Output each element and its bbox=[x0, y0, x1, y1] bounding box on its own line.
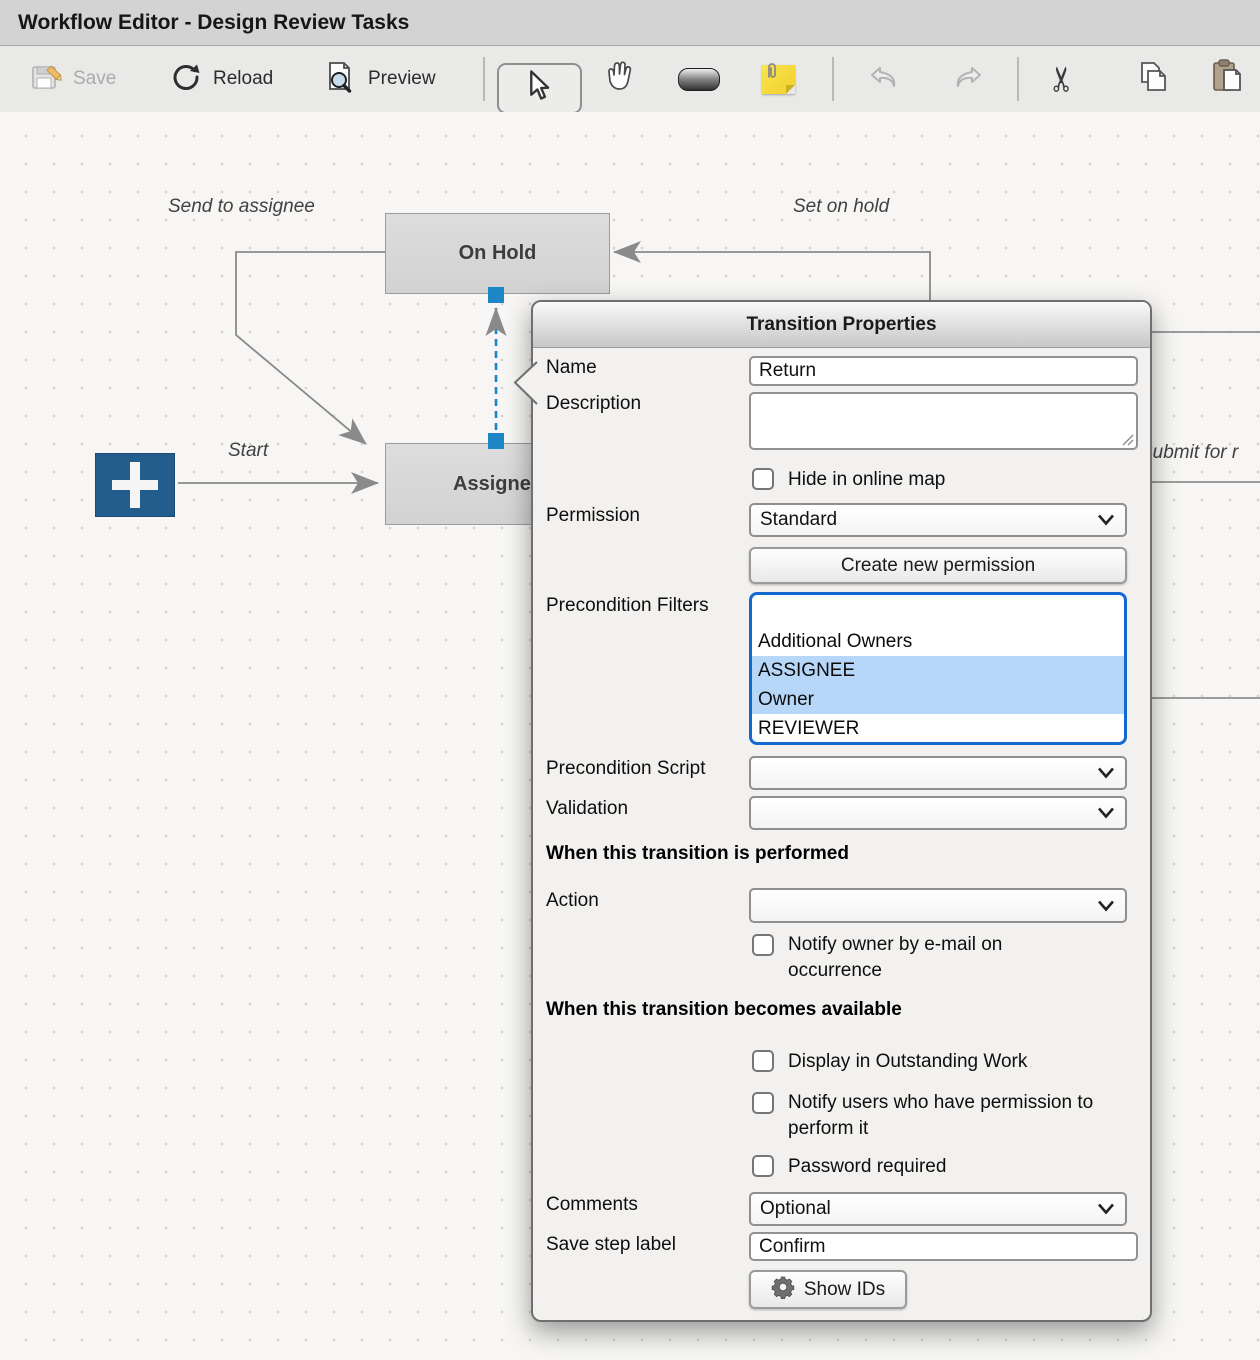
action-select[interactable] bbox=[749, 888, 1127, 923]
node-tool[interactable] bbox=[678, 46, 720, 112]
section-when-available: When this transition becomes available bbox=[546, 999, 902, 1021]
permission-select[interactable]: Standard bbox=[749, 503, 1127, 537]
reload-button-label: Reload bbox=[213, 68, 273, 90]
save-step-input[interactable] bbox=[749, 1232, 1138, 1261]
rounded-rectangle-icon bbox=[678, 68, 720, 91]
password-required-checkbox[interactable] bbox=[752, 1155, 774, 1177]
description-textarea[interactable] bbox=[749, 392, 1138, 450]
create-new-permission-label: Create new permission bbox=[841, 555, 1035, 577]
edge-label-submit-for: Submit for r bbox=[1140, 442, 1238, 464]
resize-grip-icon[interactable] bbox=[1121, 433, 1134, 446]
hide-in-online-map-label: Hide in online map bbox=[788, 467, 945, 493]
preview-button-label: Preview bbox=[368, 68, 436, 90]
sticky-note-icon bbox=[762, 65, 795, 94]
chevron-down-icon bbox=[1097, 1203, 1115, 1216]
plus-icon bbox=[130, 462, 140, 508]
validation-label: Validation bbox=[546, 798, 628, 820]
app-window: Workflow Editor - Design Review Tasks Sa… bbox=[0, 0, 1260, 1360]
hide-in-online-map-checkbox[interactable] bbox=[752, 468, 774, 490]
dialog-callout-notch bbox=[511, 360, 538, 406]
show-ids-button[interactable]: Show IDs bbox=[749, 1270, 907, 1309]
undo-button[interactable] bbox=[866, 46, 906, 112]
notify-owner-label: Notify owner by e-mail on occurrence bbox=[788, 932, 1043, 984]
precondition-script-label: Precondition Script bbox=[546, 758, 705, 780]
dialog-title: Transition Properties bbox=[746, 314, 936, 336]
redo-icon bbox=[946, 60, 986, 99]
edge-label-start: Start bbox=[228, 440, 268, 462]
notify-owner-checkbox[interactable] bbox=[752, 934, 774, 956]
pan-hand-icon bbox=[598, 57, 638, 102]
list-item[interactable] bbox=[752, 598, 1124, 627]
permission-value: Standard bbox=[760, 509, 837, 531]
gear-icon bbox=[771, 1275, 795, 1305]
cut-button[interactable]: ✂ bbox=[1048, 46, 1077, 112]
redo-button[interactable] bbox=[946, 46, 986, 112]
precondition-filters-listbox[interactable]: Additional Owners ASSIGNEE Owner REVIEWE… bbox=[749, 592, 1127, 745]
undo-icon bbox=[866, 60, 906, 99]
toolbar: Save Reload Preview bbox=[0, 46, 1260, 113]
copy-icon bbox=[1134, 59, 1170, 100]
action-label: Action bbox=[546, 890, 599, 912]
toolbar-separator bbox=[483, 57, 485, 101]
display-outstanding-checkbox[interactable] bbox=[752, 1050, 774, 1072]
pointer-tool-selected[interactable] bbox=[497, 63, 582, 114]
notify-users-checkbox[interactable] bbox=[752, 1092, 774, 1114]
list-item-selected[interactable]: ASSIGNEE bbox=[752, 656, 1124, 685]
reload-button[interactable]: Reload bbox=[170, 46, 273, 112]
node-assignee-label: Assignee bbox=[453, 473, 542, 496]
edge-label-set-on-hold: Set on hold bbox=[793, 196, 889, 218]
note-fold bbox=[786, 85, 795, 94]
hand-tool[interactable] bbox=[598, 46, 638, 112]
cursor-arrow-icon bbox=[525, 70, 555, 107]
comments-value: Optional bbox=[760, 1198, 831, 1220]
reload-icon bbox=[170, 61, 202, 98]
paste-icon bbox=[1208, 58, 1246, 101]
chevron-down-icon bbox=[1097, 899, 1115, 912]
edge-label-send-to-assignee: Send to assignee bbox=[168, 196, 315, 218]
page-title: Workflow Editor - Design Review Tasks bbox=[18, 11, 409, 35]
list-item[interactable]: REVIEWER bbox=[752, 714, 1124, 743]
comments-select[interactable]: Optional bbox=[749, 1192, 1127, 1226]
password-required-label: Password required bbox=[788, 1154, 946, 1180]
preview-button[interactable]: Preview bbox=[323, 46, 436, 112]
transition-handle-top[interactable] bbox=[488, 287, 504, 303]
chevron-down-icon bbox=[1097, 807, 1115, 820]
scissors-icon: ✂ bbox=[1042, 65, 1082, 94]
note-tool[interactable] bbox=[762, 46, 795, 112]
validation-select[interactable] bbox=[749, 796, 1127, 830]
chevron-down-icon bbox=[1097, 514, 1115, 527]
comments-label: Comments bbox=[546, 1194, 638, 1216]
precondition-script-select[interactable] bbox=[749, 756, 1127, 790]
name-input[interactable] bbox=[749, 356, 1138, 386]
node-on-hold-label: On Hold bbox=[459, 242, 537, 265]
node-start[interactable] bbox=[95, 453, 175, 517]
paste-button[interactable] bbox=[1208, 46, 1246, 112]
title-bar: Workflow Editor - Design Review Tasks bbox=[0, 0, 1260, 46]
section-when-performed: When this transition is performed bbox=[546, 843, 849, 865]
toolbar-separator bbox=[832, 57, 834, 101]
save-step-label: Save step label bbox=[546, 1234, 676, 1256]
show-ids-label: Show IDs bbox=[804, 1279, 885, 1301]
save-button[interactable]: Save bbox=[30, 46, 116, 112]
chevron-down-icon bbox=[1097, 767, 1115, 780]
permission-label: Permission bbox=[546, 505, 640, 527]
precondition-filters-label: Precondition Filters bbox=[546, 595, 709, 617]
transition-send-to-assignee[interactable] bbox=[236, 252, 386, 444]
transition-handle-bottom[interactable] bbox=[488, 433, 504, 449]
transition-properties-dialog: Transition Properties Name Description H… bbox=[531, 300, 1152, 1322]
description-label: Description bbox=[546, 393, 641, 415]
preview-icon bbox=[323, 60, 357, 99]
save-icon bbox=[30, 61, 62, 98]
save-button-label: Save bbox=[73, 68, 116, 90]
toolbar-separator bbox=[1017, 57, 1019, 101]
notify-users-label: Notify users who have permission to perf… bbox=[788, 1090, 1118, 1142]
node-on-hold[interactable]: On Hold bbox=[385, 213, 610, 294]
create-new-permission-button[interactable]: Create new permission bbox=[749, 547, 1127, 584]
copy-button[interactable] bbox=[1134, 46, 1170, 112]
display-outstanding-label: Display in Outstanding Work bbox=[788, 1049, 1027, 1075]
name-label: Name bbox=[546, 357, 597, 379]
list-item-selected[interactable]: Owner bbox=[752, 685, 1124, 714]
dialog-header[interactable]: Transition Properties bbox=[533, 302, 1150, 348]
list-item[interactable]: Additional Owners bbox=[752, 627, 1124, 656]
